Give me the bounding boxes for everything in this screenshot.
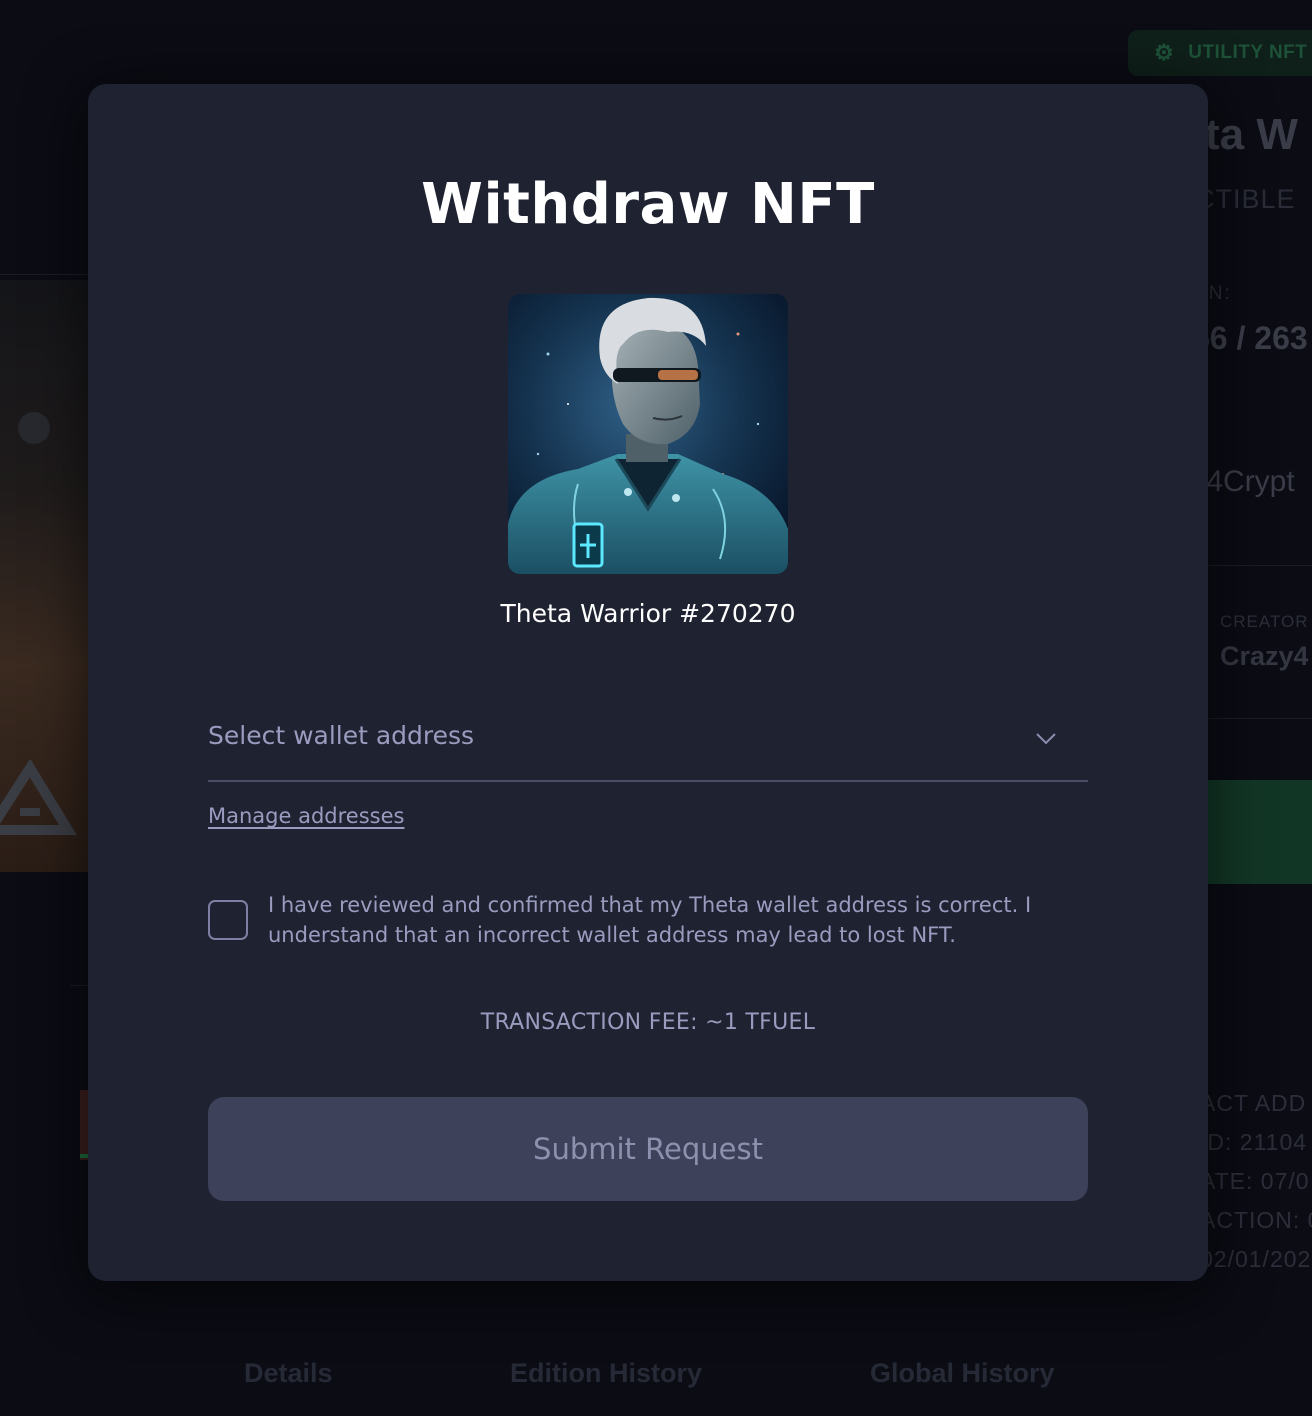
wallet-select-placeholder: Select wallet address	[208, 721, 475, 750]
background-divider	[1208, 565, 1312, 566]
background-edition-value: 56 / 263	[1192, 320, 1308, 356]
manage-addresses-link[interactable]: Manage addresses	[208, 804, 404, 828]
background-tab-details: Details	[244, 1358, 333, 1388]
background-meta-line: ID: 21104	[1200, 1129, 1308, 1155]
transaction-fee: TRANSACTION FEE: ~1 TFUEL	[480, 1010, 816, 1035]
background-meta-line: 02/01/202	[1200, 1246, 1312, 1272]
background-tab-global-history: Global History	[870, 1358, 1055, 1388]
chevron-down-icon	[1036, 733, 1056, 745]
nft-image	[508, 294, 788, 574]
background-divider	[70, 985, 90, 986]
background-type: CTIBLE	[1195, 184, 1296, 214]
background-meta-line: ACT ADD	[1200, 1090, 1307, 1116]
confirm-address-checkbox[interactable]	[208, 900, 248, 940]
background-hero-icon	[18, 412, 50, 444]
nft-name: Theta Warrior #270270	[500, 599, 796, 628]
gear-icon: ⚙	[1154, 40, 1175, 65]
background-divider	[1208, 718, 1312, 719]
page: ⚙ UTILITY NFT ta W CTIBLE ON: 56 / 263 /…	[0, 0, 1312, 1416]
background-owner: /4Crypt	[1198, 465, 1295, 498]
background-badge-label: UTILITY NFT	[1188, 42, 1308, 63]
background-divider	[0, 274, 90, 275]
background-thumbnail	[80, 1090, 88, 1160]
background-title: ta W	[1205, 110, 1298, 159]
background-meta-line: ATE: 07/0	[1200, 1168, 1310, 1194]
background-creator-value: Crazy4	[1220, 641, 1309, 671]
background-logo-icon	[0, 760, 77, 835]
withdraw-nft-modal: Withdraw NFT Theta Warrior #270270 Selec…	[88, 84, 1208, 1281]
background-tab-edition-history: Edition History	[510, 1358, 703, 1388]
wallet-address-select[interactable]: Select wallet address	[208, 696, 1088, 782]
confirm-address-text: I have reviewed and confirmed that my Th…	[268, 893, 1032, 947]
background-utility-badge: ⚙ UTILITY NFT	[1128, 30, 1312, 76]
background-action-button	[1208, 780, 1312, 884]
background-meta-line: ACTION: 0	[1200, 1207, 1312, 1233]
background-thumbnail-bar	[80, 1154, 88, 1158]
submit-request-button[interactable]: Submit Request	[208, 1097, 1088, 1201]
background-creator-label: CREATOR	[1220, 612, 1309, 631]
modal-title: Withdraw NFT	[421, 172, 875, 237]
